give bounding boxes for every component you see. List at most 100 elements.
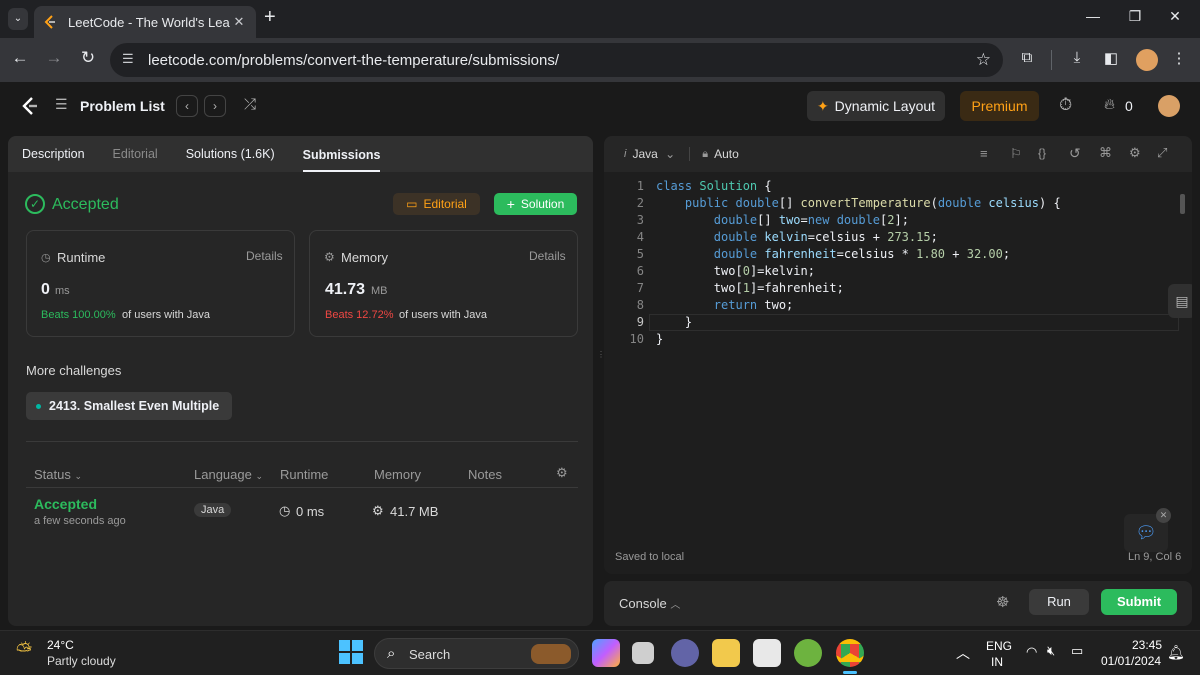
- shuffle-icon[interactable]: ⤮: [244, 96, 256, 113]
- tab-editorial[interactable]: Editorial: [113, 136, 158, 172]
- code-line[interactable]: class Solution {: [656, 178, 772, 195]
- tab-description[interactable]: Description: [22, 136, 85, 172]
- submit-button[interactable]: Submit: [1101, 589, 1177, 615]
- extensions-icon[interactable]: ⧉: [1016, 49, 1038, 66]
- speaker-muted-icon[interactable]: 🔇︎: [1047, 643, 1055, 659]
- minimize-icon[interactable]: —: [1078, 8, 1108, 24]
- console-toggle[interactable]: Console ︿: [619, 596, 680, 611]
- runtime-details-link[interactable]: Details: [246, 249, 283, 263]
- line-number: 4: [636, 230, 644, 244]
- settings-icon[interactable]: ⚙: [1129, 145, 1141, 161]
- code-line[interactable]: public double[] convertTemperature(doubl…: [656, 195, 1061, 212]
- code-line[interactable]: two[1]=fahrenheit;: [656, 280, 844, 297]
- notification-bell-icon[interactable]: 🔔︎: [1167, 644, 1185, 661]
- code-line[interactable]: double kelvin=celsius + 273.15;: [656, 229, 938, 246]
- reload-icon[interactable]: ↻: [76, 48, 100, 68]
- runtime-card[interactable]: ◷ Runtime Details 0 ms Beats 100.00% of …: [26, 230, 295, 337]
- streak-fire-icon[interactable]: 🔥︎: [1104, 96, 1115, 113]
- taskbar-search[interactable]: ⌕ Search: [374, 638, 579, 669]
- close-window-icon[interactable]: ✕: [1160, 8, 1190, 25]
- spring-app-icon[interactable]: [794, 639, 822, 667]
- toolbar-divider: [689, 147, 691, 161]
- next-problem-button[interactable]: ›: [204, 95, 226, 117]
- file-explorer-icon[interactable]: [712, 639, 740, 667]
- maximize-icon[interactable]: ❐: [1120, 8, 1150, 25]
- tab-close-icon[interactable]: ✕: [230, 14, 248, 30]
- tab-submissions[interactable]: Submissions: [302, 137, 381, 172]
- teams-icon[interactable]: [671, 639, 699, 667]
- browser-tab[interactable]: LeetCode - The World's Leading ✕: [34, 6, 256, 38]
- row-status[interactable]: Accepted: [34, 496, 97, 512]
- clock-time[interactable]: 23:45: [1132, 638, 1162, 652]
- console-bar: Console ︿ ☸ Run Submit: [604, 581, 1192, 626]
- weather-icon[interactable]: ⛅︎: [16, 640, 32, 663]
- profile-avatar[interactable]: [1136, 49, 1158, 71]
- wifi-icon[interactable]: ◠: [1026, 644, 1037, 660]
- table-settings-icon[interactable]: ⚙: [556, 465, 568, 481]
- code-line[interactable]: }: [656, 314, 692, 331]
- col-language[interactable]: Language ⌄: [194, 467, 263, 482]
- row-clock-icon: ◷: [279, 503, 291, 518]
- solution-button[interactable]: + Solution: [494, 193, 577, 215]
- copilot-icon[interactable]: [592, 639, 620, 667]
- notes-side-button[interactable]: ▤: [1168, 284, 1192, 318]
- code-line[interactable]: double fahrenheit=celsius * 1.80 + 32.00…: [656, 246, 1010, 263]
- tab-solutions[interactable]: Solutions (1.6K): [186, 136, 275, 172]
- lang-info-icon: i: [624, 148, 627, 160]
- leetcode-logo-icon[interactable]: [20, 96, 40, 116]
- braces-icon[interactable]: {}: [1038, 146, 1046, 160]
- row-memory: 41.7 MB: [390, 504, 439, 519]
- back-icon[interactable]: ←: [8, 48, 32, 68]
- memory-details-link[interactable]: Details: [529, 249, 566, 263]
- reset-icon[interactable]: ↺: [1069, 145, 1081, 162]
- format-icon[interactable]: ≡: [980, 146, 988, 161]
- fullscreen-icon[interactable]: ⤢: [1157, 145, 1167, 161]
- battery-icon[interactable]: ▭: [1071, 643, 1083, 659]
- memory-card[interactable]: ⚙ Memory Details 41.73 MB Beats 12.72% o…: [309, 230, 578, 337]
- prev-problem-button[interactable]: ‹: [176, 95, 198, 117]
- premium-button[interactable]: Premium: [960, 91, 1039, 121]
- close-chat-icon[interactable]: ✕: [1156, 508, 1171, 523]
- line-number: 7: [636, 281, 644, 295]
- col-runtime: Runtime: [280, 467, 329, 482]
- bookmark-star-icon[interactable]: ☆: [976, 50, 991, 70]
- new-tab-button[interactable]: +: [264, 6, 276, 29]
- code-line[interactable]: return two;: [656, 297, 793, 314]
- solution-btn-label: Solution: [520, 197, 565, 211]
- menu-icon[interactable]: ⋮: [1168, 49, 1190, 67]
- chrome-icon[interactable]: [836, 639, 864, 667]
- tray-chevron-icon[interactable]: ︿: [956, 643, 970, 663]
- task-view-icon[interactable]: [632, 642, 654, 664]
- code-line[interactable]: two[0]=kelvin;: [656, 263, 815, 280]
- store-icon[interactable]: [753, 639, 781, 667]
- site-info-icon[interactable]: ☰: [122, 51, 134, 67]
- timer-icon[interactable]: ⏱: [1059, 95, 1072, 115]
- challenge-chip[interactable]: 2413. Smallest Even Multiple: [26, 392, 232, 420]
- row-runtime: 0 ms: [296, 504, 325, 519]
- editorial-button[interactable]: ▭ Editorial: [393, 193, 480, 215]
- editor-scrollbar[interactable]: [1180, 194, 1185, 214]
- mode-label[interactable]: Auto: [714, 147, 739, 161]
- user-avatar[interactable]: [1158, 95, 1180, 117]
- run-button[interactable]: Run: [1029, 589, 1089, 615]
- bookmark-icon[interactable]: ⚐: [1010, 146, 1022, 162]
- url-input[interactable]: ☰ leetcode.com/problems/convert-the-temp…: [110, 43, 1003, 77]
- start-windows-icon[interactable]: [339, 640, 363, 664]
- dynamic-layout-button[interactable]: ✦ Dynamic Layout: [807, 91, 945, 121]
- forward-icon[interactable]: →: [42, 48, 66, 68]
- problem-list-link[interactable]: Problem List: [80, 98, 165, 114]
- input-lang[interactable]: ENG: [986, 639, 1012, 653]
- language-select[interactable]: Java ⌄: [632, 147, 675, 161]
- side-panel-icon[interactable]: ◧: [1100, 49, 1122, 67]
- debug-icon[interactable]: ☸: [996, 593, 1009, 611]
- shortcut-icon[interactable]: ⌘: [1099, 145, 1112, 161]
- more-challenges-heading: More challenges: [26, 363, 122, 378]
- tab-search-button[interactable]: ⌄: [8, 8, 28, 30]
- code-line[interactable]: }: [656, 331, 663, 348]
- problem-list-icon[interactable]: ☰: [55, 96, 68, 113]
- clock-date[interactable]: 01/01/2024: [1101, 654, 1161, 668]
- download-icon[interactable]: ⤓: [1066, 49, 1088, 66]
- table-row[interactable]: Accepted a few seconds ago Java ◷ 0 ms ⚙…: [26, 491, 578, 529]
- code-line[interactable]: double[] two=new double[2];: [656, 212, 909, 229]
- col-status[interactable]: Status ⌄: [34, 467, 82, 482]
